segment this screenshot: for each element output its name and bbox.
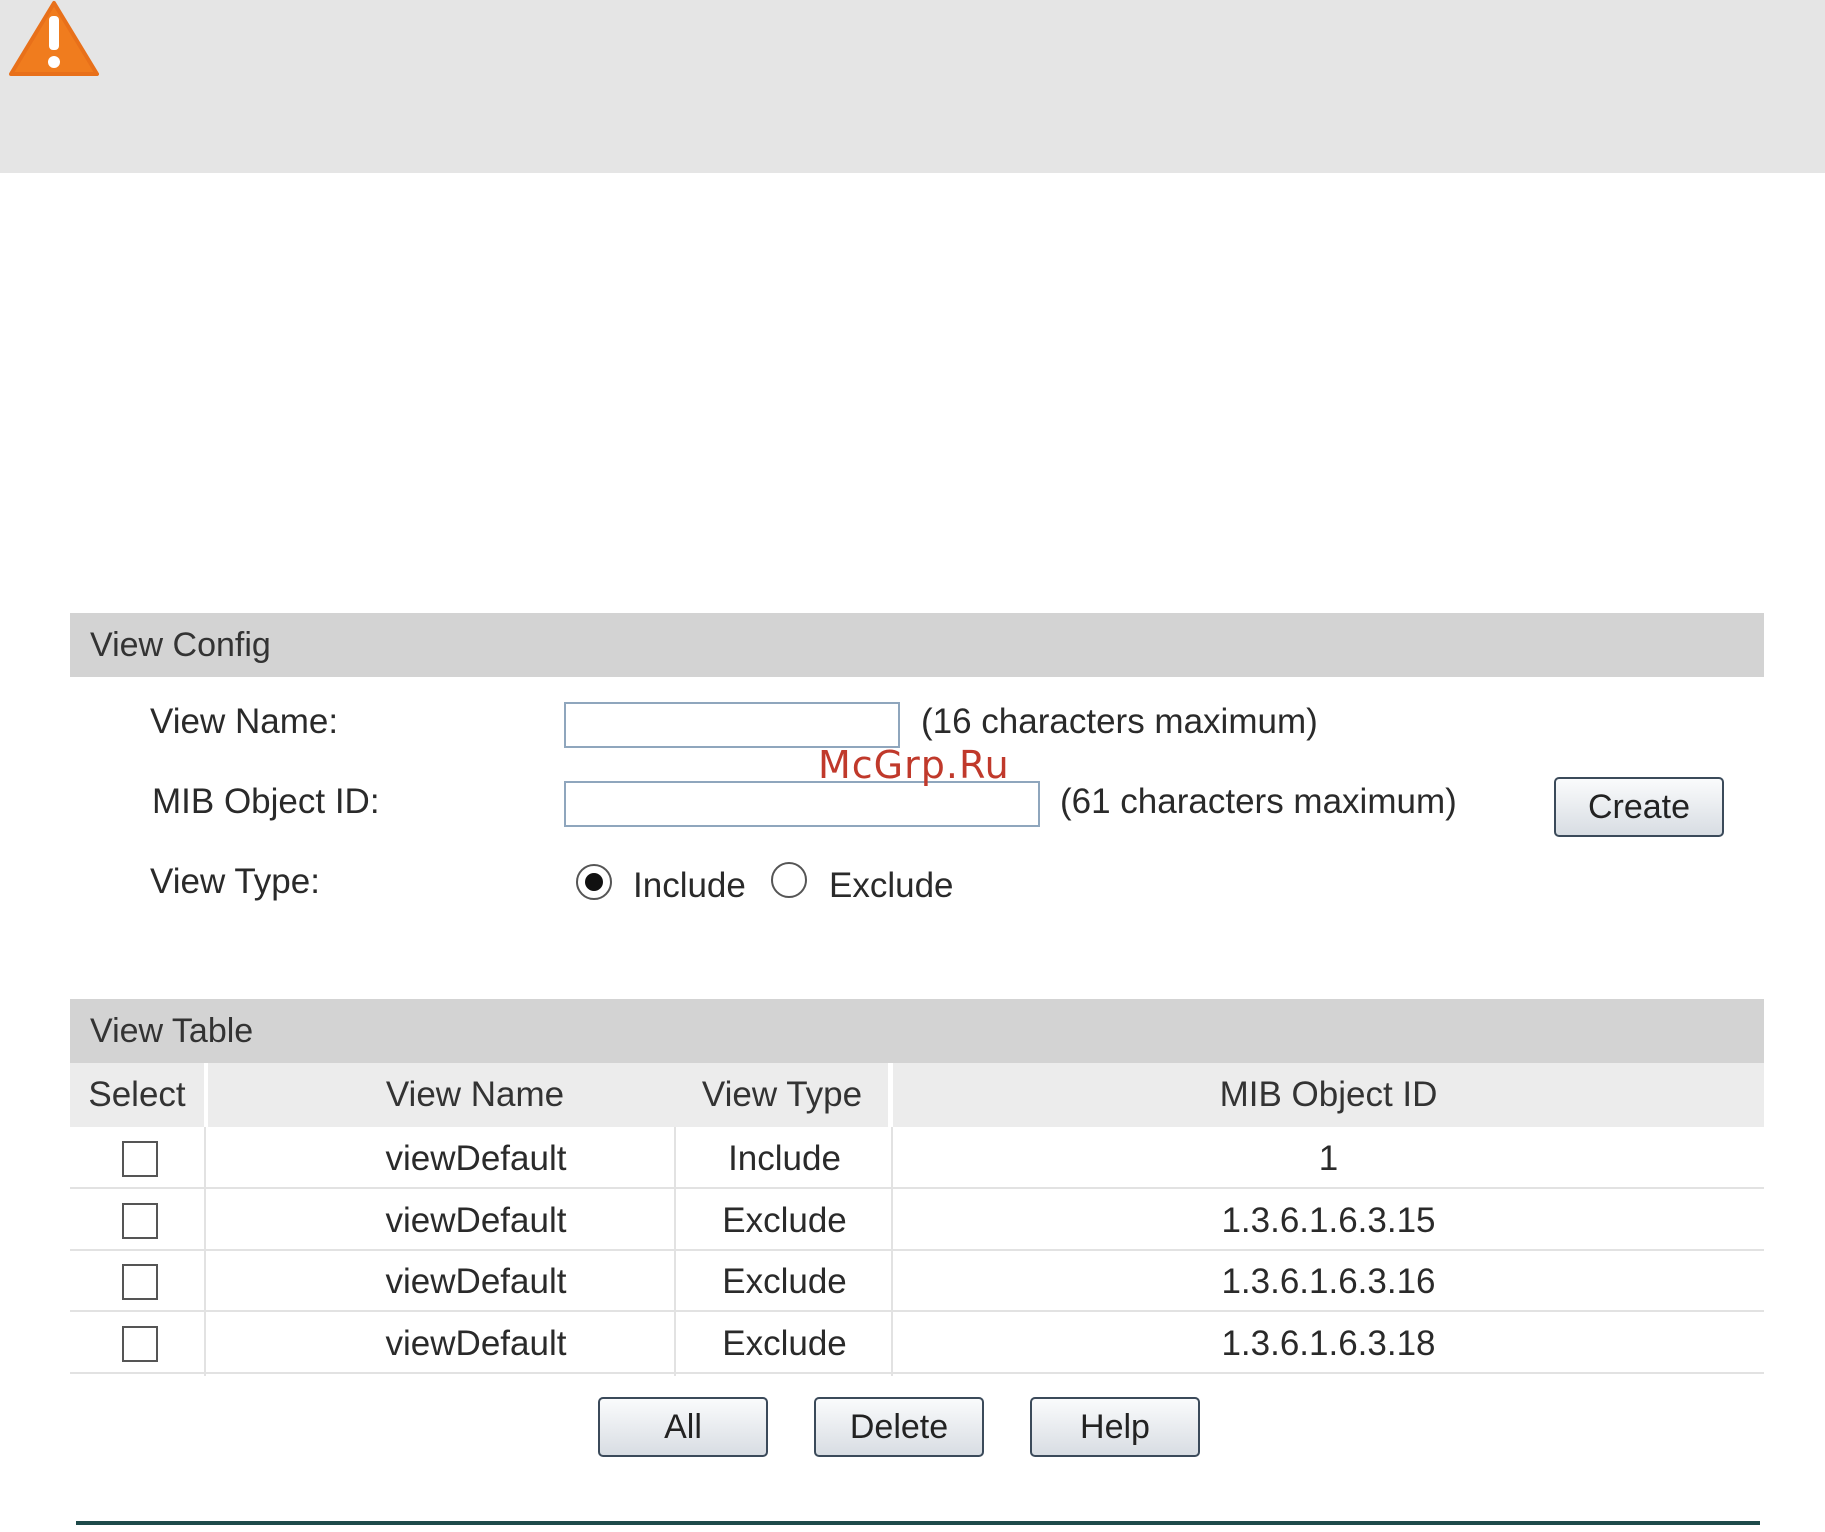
column-header-view-name: View Name <box>208 1063 742 1127</box>
mib-object-id-input[interactable] <box>564 781 1040 827</box>
notice-panel <box>0 0 1825 173</box>
cell-view-name: viewDefault <box>385 1139 567 1178</box>
create-button[interactable]: Create <box>1554 777 1724 837</box>
cell-mib-object-id: 1.3.6.1.6.3.16 <box>1221 1262 1436 1301</box>
column-header-mib-object-id: MIB Object ID <box>893 1063 1764 1127</box>
cell-view-type: Exclude <box>722 1324 847 1363</box>
view-type-include-radio[interactable] <box>576 864 612 900</box>
bottom-divider <box>76 1521 1760 1525</box>
view-config-title: View Config <box>90 626 271 664</box>
view-name-label: View Name: <box>150 702 339 741</box>
table-row: viewDefault Exclude 1.3.6.1.6.3.18 <box>70 1314 1764 1374</box>
cell-view-type: Exclude <box>722 1262 847 1301</box>
warning-icon <box>9 1 99 76</box>
view-table-title: View Table <box>90 1012 254 1050</box>
view-table-header: View Table <box>70 999 1764 1063</box>
cell-view-type: Include <box>728 1139 841 1178</box>
mib-object-id-label: MIB Object ID: <box>152 782 380 821</box>
row-select-checkbox[interactable] <box>122 1264 158 1300</box>
view-type-include-label[interactable]: Include <box>633 866 746 906</box>
cell-view-name: viewDefault <box>385 1324 567 1363</box>
help-button[interactable]: Help <box>1030 1397 1200 1457</box>
table-row: viewDefault Exclude 1.3.6.1.6.3.16 <box>70 1252 1764 1312</box>
cell-view-name: viewDefault <box>385 1201 567 1240</box>
cell-mib-object-id: 1.3.6.1.6.3.18 <box>1221 1324 1436 1363</box>
view-name-hint: (16 characters maximum) <box>921 702 1318 741</box>
table-row: viewDefault Exclude 1.3.6.1.6.3.15 <box>70 1191 1764 1251</box>
column-header-select: Select <box>70 1063 204 1127</box>
cell-view-type: Exclude <box>722 1201 847 1240</box>
row-select-checkbox[interactable] <box>122 1141 158 1177</box>
row-select-checkbox[interactable] <box>122 1203 158 1239</box>
cell-mib-object-id: 1.3.6.1.6.3.15 <box>1221 1201 1436 1240</box>
delete-button[interactable]: Delete <box>814 1397 984 1457</box>
column-header-view-type: View Type <box>676 1063 888 1127</box>
view-type-exclude-radio[interactable] <box>771 862 807 898</box>
select-all-button[interactable]: All <box>598 1397 768 1457</box>
view-name-input[interactable] <box>564 702 900 748</box>
view-type-exclude-label[interactable]: Exclude <box>829 866 954 906</box>
watermark-text: McGrp.Ru <box>818 743 1010 787</box>
mib-object-id-hint: (61 characters maximum) <box>1060 782 1457 821</box>
cell-view-name: viewDefault <box>385 1262 567 1301</box>
view-type-label: View Type: <box>150 862 320 901</box>
table-header-row: Select View Name View Type MIB Object ID <box>70 1063 1764 1127</box>
row-select-checkbox[interactable] <box>122 1326 158 1362</box>
view-config-header: View Config <box>70 613 1764 677</box>
table-row: viewDefault Include 1 <box>70 1129 1764 1189</box>
cell-mib-object-id: 1 <box>1318 1139 1339 1178</box>
